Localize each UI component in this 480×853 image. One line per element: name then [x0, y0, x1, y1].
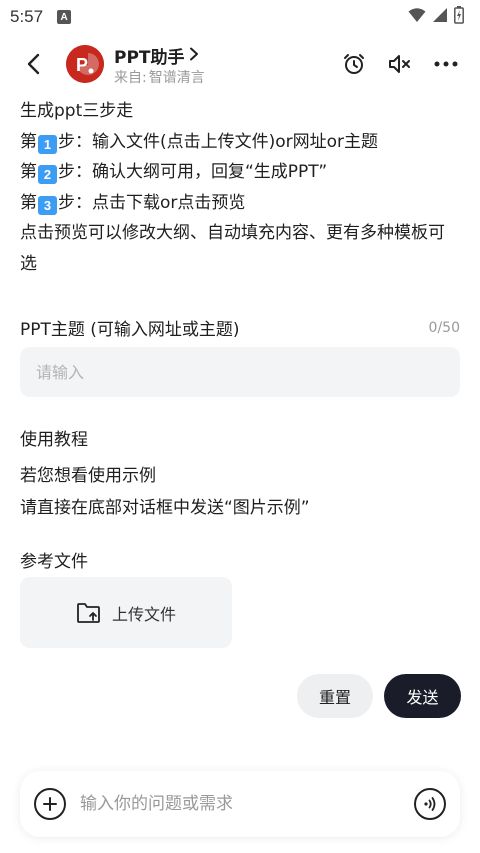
step-2: 第 2 步：确认大纲可用，回复“生成PPT” [20, 157, 460, 188]
tutorial-heading: 使用教程 [20, 430, 88, 450]
bot-name: PPT助手 [114, 48, 185, 68]
alarm-button[interactable] [340, 50, 368, 78]
more-options-button[interactable] [432, 50, 460, 78]
chat-input-bar [20, 771, 460, 837]
bot-title[interactable]: PPT助手 [114, 43, 199, 68]
tutorial-line-2: 请直接在底部对话框中发送“图片示例” [20, 498, 310, 518]
voice-waves-icon [424, 797, 436, 811]
plus-icon [43, 797, 57, 811]
topic-field-header: PPT主题 (可输入网址或主题) 0/50 [20, 315, 460, 341]
status-icons [408, 6, 464, 28]
source-name: 智谱清言 [148, 70, 205, 86]
tutorial-line-1: 若您想看使用示例 [20, 466, 156, 486]
topic-char-count: 0/50 [428, 319, 460, 336]
speaker-mute-icon [389, 55, 410, 73]
bot-avatar[interactable]: P [66, 45, 104, 83]
bot-message: 生成ppt三步走 第 1 步：输入文件(点击上传文件)or网址or主题 第 2 步：确认… [20, 96, 460, 279]
status-time: 5:57 [10, 7, 44, 26]
source-prefix: 来自: [114, 70, 147, 86]
step-prefix: 第 [20, 162, 37, 182]
battery-icon [454, 6, 464, 28]
back-button[interactable] [20, 50, 48, 78]
app-notification-icon: A [57, 10, 72, 24]
step-3: 第 3 步：点击下载or点击预览 [20, 188, 460, 219]
upload-file-button[interactable]: 上传文件 [20, 577, 232, 648]
mute-button[interactable] [386, 50, 414, 78]
intro-heading: 生成ppt三步走 [20, 101, 134, 121]
add-attachment-button[interactable] [34, 788, 66, 820]
ppt-logo-icon: P [66, 45, 104, 83]
intro-note: 点击预览可以修改大纲、自动填充内容、更有多种模板可选 [20, 223, 445, 274]
keycap-2-icon: 2 [38, 165, 57, 184]
topic-label: PPT主题 (可输入网址或主题) [20, 320, 240, 340]
step-text: 步：点击下载or点击预览 [58, 192, 246, 213]
chat-input[interactable] [80, 794, 414, 814]
cellular-signal-icon [432, 7, 448, 27]
step-text: 步：确认大纲可用，回复“生成PPT” [58, 162, 328, 182]
tutorial-section: 使用教程 若您想看使用示例 请直接在底部对话框中发送“图片示例” [20, 424, 460, 524]
avatar-letter: P [76, 55, 88, 75]
send-button[interactable]: 发送 [384, 674, 461, 718]
keycap-3-icon: 3 [38, 195, 57, 215]
step-prefix: 第 [20, 131, 37, 152]
back-arrow-icon [27, 53, 40, 75]
step-text: 步：输入文件(点击上传文件)or网址or主题 [58, 131, 379, 152]
reset-button[interactable]: 重置 [297, 674, 373, 718]
folder-upload-icon [77, 602, 100, 623]
chat-header: P PPT助手 来自: 智谱清言 [0, 40, 480, 90]
step-prefix: 第 [20, 192, 37, 213]
chevron-right-icon [189, 46, 199, 66]
status-bar: 5:57 A [0, 0, 480, 34]
topic-input[interactable] [20, 347, 460, 397]
wifi-icon [408, 7, 426, 27]
keycap-1-icon: 1 [38, 134, 57, 154]
step-1: 第 1 步：输入文件(点击上传文件)or网址or主题 [20, 127, 460, 158]
more-dots-icon [434, 61, 458, 67]
alarm-clock-icon [344, 54, 364, 74]
voice-input-button[interactable] [414, 788, 446, 820]
upload-file-label: 上传文件 [111, 604, 176, 624]
bot-source: 来自: 智谱清言 [114, 67, 205, 87]
reference-file-label: 参考文件 [20, 552, 88, 572]
